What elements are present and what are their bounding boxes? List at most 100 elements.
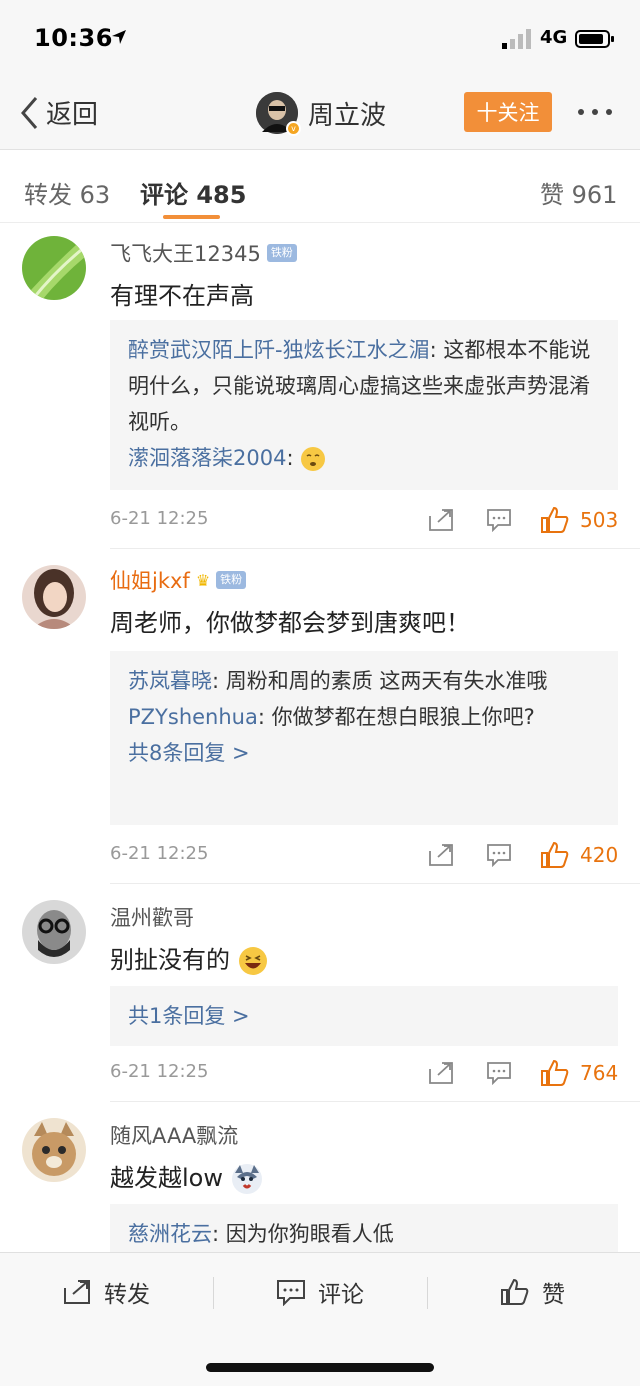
like-count: 503 [580,508,619,532]
username-text[interactable]: 温州歡哥 [110,902,194,932]
network-label: 4G [540,27,568,48]
username-text[interactable]: 仙姐jkxf [110,565,190,595]
avatar[interactable] [22,1118,86,1182]
tab-repost[interactable]: 转发 63 [24,175,110,210]
comment-username[interactable]: 温州歡哥 [110,902,194,932]
repost-action-button[interactable]: 转发 [62,1275,150,1309]
back-label: 返回 [46,100,99,130]
comment-text: 别扯没有的 [110,940,268,976]
comment-item: 温州歡哥 别扯没有的 共1条回复 > 6-21 12:25 764 [0,884,640,1102]
reply-line: PZYshenhua: 你做梦都在想白眼狼上你吧? [128,699,600,735]
follow-button[interactable]: 十关注 [464,92,552,132]
profile-name: 周立波 [308,100,387,131]
avatar[interactable] [22,236,86,300]
username-text[interactable]: 飞飞大王12345 [110,238,261,268]
comment-icon[interactable] [486,843,512,867]
comment-username[interactable]: 随风AAA飘流 [110,1120,238,1150]
leaf-avatar-icon [22,236,86,300]
husky-dog-emoji-icon [231,1164,262,1194]
reply-box[interactable]: 醉赏武汉陌上阡-独炫长江水之湄: 这都根本不能说明什么，只能说玻璃周心虚搞这些来… [110,320,618,490]
comment-icon[interactable] [486,1061,512,1085]
share-icon[interactable] [428,1061,454,1085]
comment-date: 6-21 12:25 [110,843,209,864]
dot-icon [606,109,612,115]
avatar[interactable]: v [256,92,301,136]
reply-username[interactable]: 潆洄落落柒2004 [128,446,286,470]
laughing-face-emoji-icon [238,947,267,975]
home-indicator[interactable] [206,1363,434,1372]
profile-header[interactable]: v 周立波 [256,92,387,136]
signal-icon [502,29,531,49]
comment-feed[interactable]: 飞飞大王12345 铁粉 有理不在声高 醉赏武汉陌上阡-独炫长江水之湄: 这都根… [0,224,640,1252]
comment-item: 随风AAA飘流 越发越low 慈洲花云: 因为你狗眼看人低 [0,1102,640,1252]
avatar[interactable] [22,565,86,629]
comment-text: 越发越low [110,1158,263,1195]
tab-bar: 转发 63 评论 485 赞 961 [0,151,640,223]
nav-bar: 返回 v 周立波 十关注 [0,80,640,150]
woman-portrait-icon [22,565,86,629]
fan-badge: 铁粉 [266,244,297,262]
comment-text-content: 别扯没有的 [110,946,230,974]
reply-box[interactable]: 苏岚暮晓: 周粉和周的素质 这两天有失水准哦 PZYshenhua: 你做梦都在… [110,651,618,825]
comment-icon [277,1280,305,1306]
comment-date: 6-21 12:25 [110,508,209,529]
reply-line: 苏岚暮晓: 周粉和周的素质 这两天有失水准哦 [128,663,600,699]
reply-username[interactable]: PZYshenhua [128,705,258,729]
more-options-button[interactable] [578,102,618,122]
comment-date: 6-21 12:25 [110,1061,209,1082]
reply-text: : 因为你狗眼看人低 [212,1222,394,1246]
reply-username[interactable]: 慈洲花云 [128,1222,212,1246]
back-button[interactable]: 返回 [18,94,98,131]
like-action-button[interactable]: 赞 [500,1275,565,1309]
fan-badge: 铁粉 [216,571,247,589]
comment-text-content: 越发越low [110,1164,223,1192]
more-replies-link[interactable]: 共8条回复 > [128,735,600,771]
thumbs-up-icon[interactable] [540,1059,570,1087]
dot-icon [578,109,584,115]
dot-icon [592,109,598,115]
comment-label: 评论 [318,1282,364,1308]
reply-line: 醉赏武汉陌上阡-独炫长江水之湄: 这都根本不能说明什么，只能说玻璃周心虚搞这些来… [128,332,600,440]
comment-icon[interactable] [486,508,512,532]
comment-text: 周老师，你做梦都会梦到唐爽吧！ [110,609,470,637]
more-replies-link[interactable]: 共1条回复 > [128,998,600,1034]
share-icon[interactable] [428,508,454,532]
cat-portrait-icon [22,1118,86,1182]
reply-username[interactable]: 醉赏武汉陌上阡-独炫长江水之湄 [128,338,430,362]
status-bar: 10:36 4G [0,0,640,80]
shy-face-emoji-icon [301,447,326,471]
battery-icon [575,30,614,48]
reply-line: 潆洄落落柒2004: [128,440,600,476]
thumbs-up-icon[interactable] [540,841,570,869]
thumbs-up-icon [501,1278,529,1305]
tab-likes[interactable]: 赞 961 [540,175,617,210]
comment-meta: 6-21 12:25 503 [110,506,618,536]
reply-line: 慈洲花云: 因为你狗眼看人低 [128,1216,600,1252]
separator [213,1277,214,1309]
crown-icon: ♛ [195,570,211,590]
reply-box[interactable]: 慈洲花云: 因为你狗眼看人低 [110,1204,618,1252]
bearded-man-portrait-icon [22,900,86,964]
reply-username[interactable]: 苏岚暮晓 [128,669,212,693]
verified-badge-icon: v [286,121,301,136]
share-icon[interactable] [428,843,454,867]
comment-item: 飞飞大王12345 铁粉 有理不在声高 醉赏武汉陌上阡-独炫长江水之湄: 这都根… [0,224,640,549]
like-label: 赞 [542,1282,565,1308]
comment-meta: 6-21 12:25 420 [110,841,618,871]
thumbs-up-icon[interactable] [540,506,570,534]
active-tab-indicator [163,215,220,219]
reply-text: : [286,446,301,470]
comment-username[interactable]: 飞飞大王12345 铁粉 [110,238,297,268]
separator [427,1277,428,1309]
chevron-left-icon [21,96,38,129]
reply-text: : 你做梦都在想白眼狼上你吧? [257,705,535,729]
comment-text: 有理不在声高 [110,282,254,310]
comment-action-button[interactable]: 评论 [276,1275,364,1309]
comment-username[interactable]: 仙姐jkxf ♛ 铁粉 [110,565,247,595]
username-text[interactable]: 随风AAA飘流 [110,1120,238,1150]
reply-box[interactable]: 共1条回复 > [110,986,618,1046]
reply-text: : 周粉和周的素质 这两天有失水准哦 [212,669,548,693]
tab-comments[interactable]: 评论 485 [140,175,246,210]
avatar[interactable] [22,900,86,964]
like-count: 764 [580,1061,619,1085]
